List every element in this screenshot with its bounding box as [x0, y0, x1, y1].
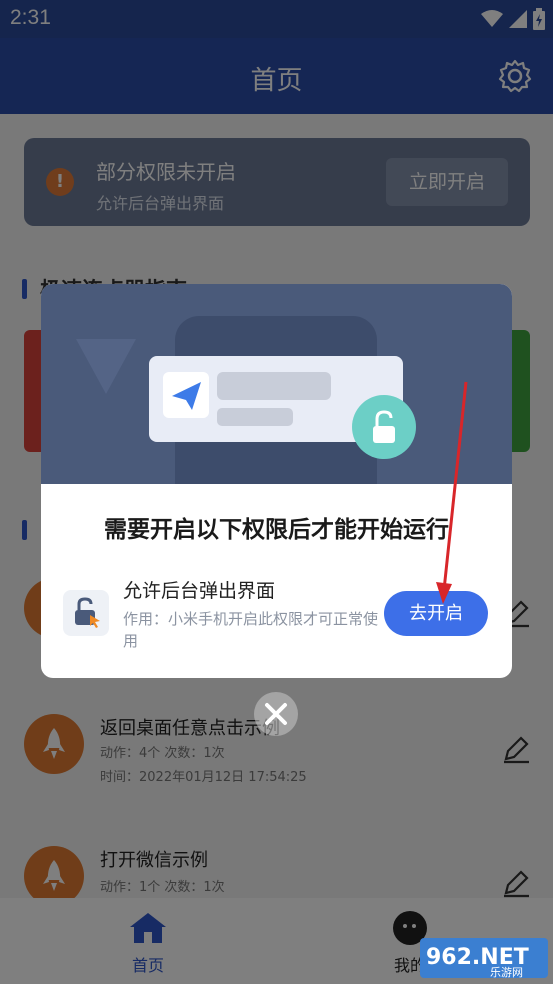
watermark-logo: 962.NET 乐游网: [420, 938, 548, 979]
close-icon[interactable]: [254, 692, 298, 736]
svg-text:乐游网: 乐游网: [490, 966, 523, 979]
red-arrow-annotation: [436, 381, 468, 604]
